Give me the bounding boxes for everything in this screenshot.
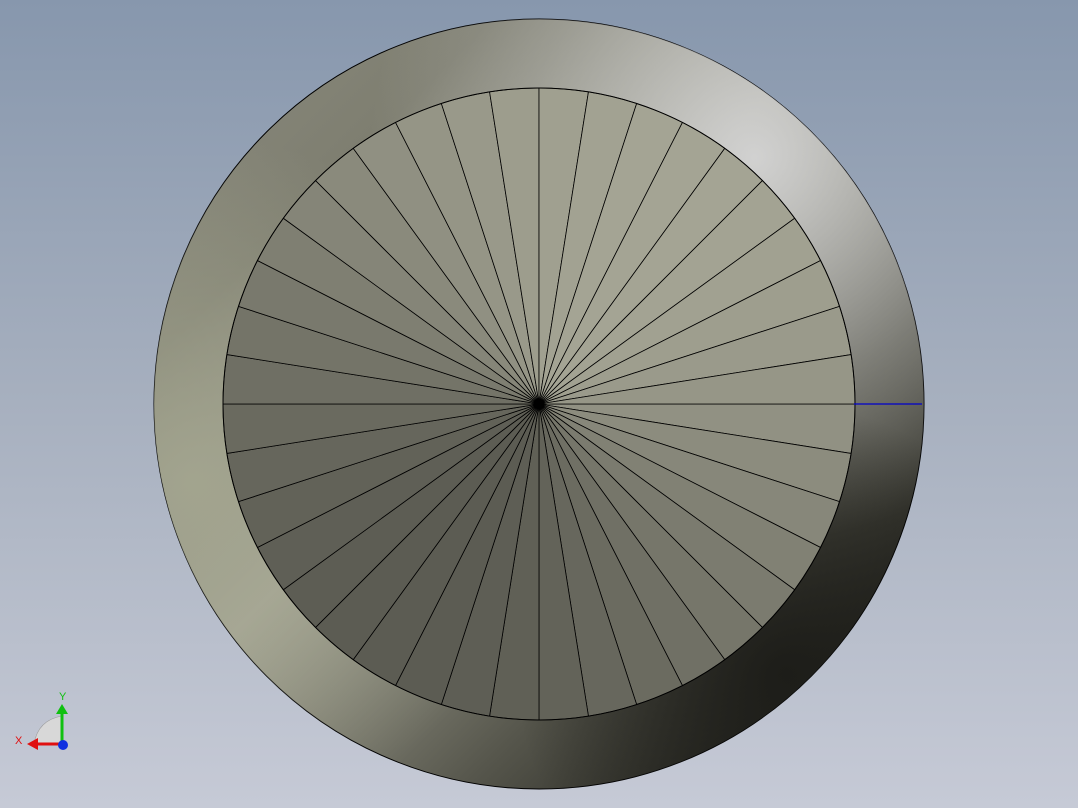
cone-apex[interactable] — [536, 401, 542, 407]
graphics-viewport[interactable]: Y X — [0, 0, 1078, 808]
model-view[interactable] — [0, 0, 1078, 808]
